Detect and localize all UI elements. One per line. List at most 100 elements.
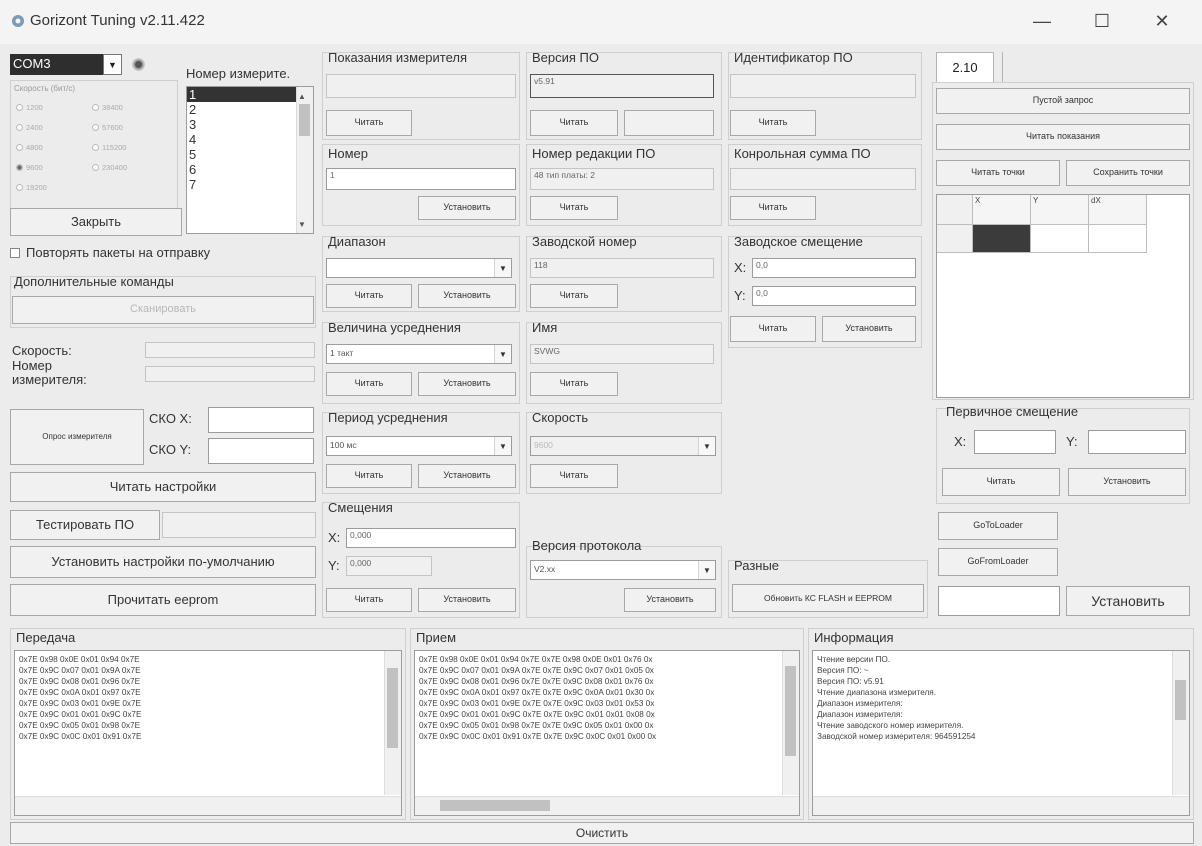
tx-log[interactable]: 0x7E 0x98 0x0E 0x01 0x94 0x7E 0x7E 0x9C … xyxy=(14,650,402,816)
offsets-set-button[interactable]: Установить xyxy=(418,588,516,612)
speed-radio-2400[interactable]: 2400 xyxy=(16,123,43,132)
range-set-button[interactable]: Установить xyxy=(418,284,516,308)
speed-radio-38400[interactable]: 38400 xyxy=(92,103,123,112)
scan-button[interactable]: Сканировать xyxy=(12,296,314,324)
primary-offset-read-button[interactable]: Читать xyxy=(942,468,1060,496)
list-item[interactable]: 1 xyxy=(187,87,313,102)
loader-field[interactable] xyxy=(938,586,1060,616)
averaging-value-combo[interactable]: 1 такт ▼ xyxy=(326,344,512,364)
repeat-packets-checkbox[interactable] xyxy=(10,248,20,258)
close-window-button[interactable]: ✕ xyxy=(1142,8,1182,34)
readings-read-button[interactable]: Читать xyxy=(326,110,412,136)
offset-x-field[interactable]: 0,000 xyxy=(346,528,516,548)
minimize-button[interactable]: — xyxy=(1022,8,1062,34)
averaging-period-dropdown-icon[interactable]: ▼ xyxy=(494,437,511,455)
list-item[interactable]: 4 xyxy=(187,132,313,147)
goto-loader-button[interactable]: GoToLoader xyxy=(938,512,1058,540)
primary-offset-set-button[interactable]: Установить xyxy=(1068,468,1186,496)
sko-x-field[interactable] xyxy=(208,407,314,433)
grid-header-dx[interactable]: dX xyxy=(1089,195,1147,225)
primary-offset-x-field[interactable] xyxy=(974,430,1056,454)
rx-vscroll-thumb[interactable] xyxy=(785,666,796,756)
read-eeprom-button[interactable]: Прочитать eeprom xyxy=(10,584,316,616)
grid-cell-selected[interactable] xyxy=(973,225,1031,253)
offset-y-field[interactable]: 0,000 xyxy=(346,556,432,576)
speed-setting-combo[interactable]: 9600 ▼ xyxy=(530,436,716,456)
scroll-up-icon[interactable]: ▲ xyxy=(298,92,306,101)
averaging-value-read-button[interactable]: Читать xyxy=(326,372,412,396)
speed-radio-1200[interactable]: 1200 xyxy=(16,103,43,112)
scroll-down-icon[interactable]: ▼ xyxy=(298,220,306,229)
empty-request-button[interactable]: Пустой запрос xyxy=(936,88,1190,114)
grid-row-header[interactable] xyxy=(937,225,973,253)
list-item[interactable]: 6 xyxy=(187,162,313,177)
speed-setting-dropdown-icon[interactable]: ▼ xyxy=(698,437,715,455)
rx-hscroll-thumb[interactable] xyxy=(440,800,550,811)
speed-radio-230400[interactable]: 230400 xyxy=(92,163,127,172)
averaging-value-dropdown-icon[interactable]: ▼ xyxy=(494,345,511,363)
grid-cell[interactable] xyxy=(1089,225,1147,253)
number-set-button[interactable]: Установить xyxy=(418,196,516,220)
list-item[interactable]: 5 xyxy=(187,147,313,162)
list-item[interactable]: 3 xyxy=(187,117,313,132)
test-fw-button[interactable]: Тестировать ПО xyxy=(10,510,160,540)
checksum-read-button[interactable]: Читать xyxy=(730,196,816,220)
grid-header-y[interactable]: Y xyxy=(1031,195,1089,225)
fw-version-extra-button[interactable] xyxy=(624,110,714,136)
info-log[interactable]: Чтение версии ПО. Версия ПО: ~ Версия ПО… xyxy=(812,650,1190,816)
averaging-period-combo[interactable]: 100 мс ▼ xyxy=(326,436,512,456)
tx-vscroll-thumb[interactable] xyxy=(387,668,398,748)
sko-y-field[interactable] xyxy=(208,438,314,464)
averaging-period-read-button[interactable]: Читать xyxy=(326,464,412,488)
meter-list-scroll-thumb[interactable] xyxy=(299,104,310,136)
list-item[interactable]: 2 xyxy=(187,102,313,117)
tx-hscrollbar[interactable] xyxy=(15,796,401,815)
speed-radio-9600[interactable]: 9600 xyxy=(16,163,43,172)
revision-read-button[interactable]: Читать xyxy=(530,196,618,220)
offsets-read-button[interactable]: Читать xyxy=(326,588,412,612)
read-readings-button[interactable]: Читать показания xyxy=(936,124,1190,150)
protocol-set-button[interactable]: Установить xyxy=(624,588,716,612)
loader-set-button[interactable]: Установить xyxy=(1066,586,1190,616)
range-read-button[interactable]: Читать xyxy=(326,284,412,308)
list-item[interactable]: 7 xyxy=(187,177,313,192)
number-field[interactable]: 1 xyxy=(326,168,516,190)
read-points-button[interactable]: Читать точки xyxy=(936,160,1060,186)
info-vscrollbar[interactable] xyxy=(1172,651,1189,795)
range-combo[interactable]: ▼ xyxy=(326,258,512,278)
serial-read-button[interactable]: Читать xyxy=(530,284,618,308)
protocol-dropdown-icon[interactable]: ▼ xyxy=(698,561,715,579)
speed-setting-read-button[interactable]: Читать xyxy=(530,464,618,488)
fw-id-read-button[interactable]: Читать xyxy=(730,110,816,136)
protocol-combo[interactable]: V2.xx ▼ xyxy=(530,560,716,580)
fw-version-read-button[interactable]: Читать xyxy=(530,110,618,136)
set-defaults-button[interactable]: Установить настройки по-умолчанию xyxy=(10,546,316,578)
rx-log[interactable]: 0x7E 0x98 0x0E 0x01 0x94 0x7E 0x7E 0x98 … xyxy=(414,650,800,816)
primary-offset-y-field[interactable] xyxy=(1088,430,1186,454)
update-checksums-button[interactable]: Обновить КС FLASH и EEPROM xyxy=(732,584,924,612)
poll-meter-button[interactable]: Опрос измерителя xyxy=(10,409,144,465)
info-hscrollbar[interactable] xyxy=(813,796,1189,815)
averaging-period-set-button[interactable]: Установить xyxy=(418,464,516,488)
range-dropdown-icon[interactable]: ▼ xyxy=(494,259,511,277)
clear-button[interactable]: Очистить xyxy=(10,822,1194,844)
factory-offset-y-field[interactable]: 0,0 xyxy=(752,286,916,306)
factory-offset-set-button[interactable]: Установить xyxy=(822,316,916,342)
maximize-button[interactable]: ☐ xyxy=(1082,8,1122,34)
averaging-value-set-button[interactable]: Установить xyxy=(418,372,516,396)
speed-radio-4800[interactable]: 4800 xyxy=(16,143,43,152)
factory-offset-read-button[interactable]: Читать xyxy=(730,316,816,342)
speed-radio-57600[interactable]: 57600 xyxy=(92,123,123,132)
save-points-button[interactable]: Сохранить точки xyxy=(1066,160,1190,186)
grid-header-x[interactable]: X xyxy=(973,195,1031,225)
factory-offset-x-field[interactable]: 0,0 xyxy=(752,258,916,278)
grid-cell[interactable] xyxy=(1031,225,1089,253)
name-read-button[interactable]: Читать xyxy=(530,372,618,396)
gofrom-loader-button[interactable]: GoFromLoader xyxy=(938,548,1058,576)
close-port-button[interactable]: Закрыть xyxy=(10,208,182,236)
speed-radio-19200[interactable]: 19200 xyxy=(16,183,47,192)
port-dropdown-arrow-icon[interactable]: ▼ xyxy=(103,54,122,75)
meter-number-list[interactable]: 1 2 3 4 5 6 7 xyxy=(186,86,314,234)
read-settings-button[interactable]: Читать настройки xyxy=(10,472,316,502)
info-vscroll-thumb[interactable] xyxy=(1175,680,1186,720)
